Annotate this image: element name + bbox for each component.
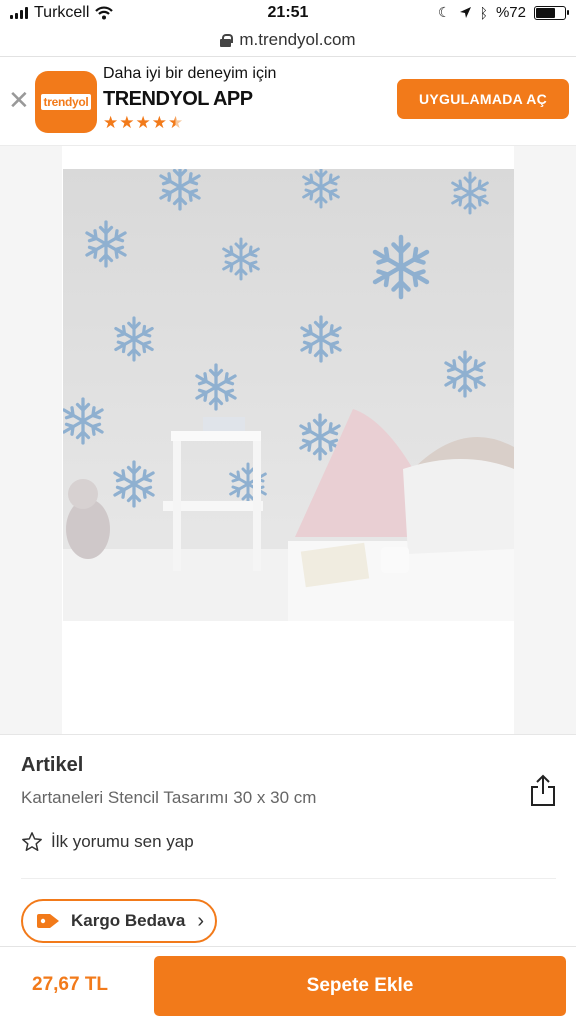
- bluetooth-icon: ᛒ: [479, 4, 488, 21]
- half-star-icon: ★: [168, 113, 184, 132]
- battery-percent: %72: [495, 4, 526, 21]
- star-icon: ★: [119, 113, 135, 132]
- location-arrow-icon: [459, 7, 471, 18]
- url-text: m.trendyol.com: [239, 30, 356, 49]
- divider: [21, 878, 556, 879]
- star-icon: ★: [103, 113, 119, 132]
- star-outline-icon: [22, 832, 42, 851]
- moon-icon: ☾: [438, 4, 451, 20]
- status-bar: Turkcell 21:51 ☾ ᛒ %72: [0, 0, 576, 26]
- product-price: 27,67 TL: [32, 974, 109, 995]
- app-icon: trendyol: [35, 71, 97, 133]
- banner-subtitle: Daha iyi bir deneyim için: [103, 65, 277, 82]
- product-image[interactable]: [63, 169, 514, 621]
- divider: [0, 946, 576, 947]
- tag-icon: [37, 914, 59, 928]
- battery-icon: [534, 5, 569, 20]
- review-prompt-label: İlk yorumu sen yap: [51, 832, 194, 851]
- product-title: Kartaneleri Stencil Tasarımı 30 x 30 cm: [21, 788, 317, 807]
- star-icon: ★: [151, 113, 167, 132]
- app-install-banner: ✕ trendyol Daha iyi bir deneyim için TRE…: [0, 57, 576, 145]
- chevron-right-icon: ›: [197, 909, 204, 932]
- address-bar[interactable]: m.trendyol.com: [0, 26, 576, 54]
- free-shipping-badge[interactable]: Kargo Bedava ›: [21, 899, 217, 943]
- lock-icon: [220, 33, 234, 47]
- banner-title: TRENDYOL APP: [103, 88, 253, 110]
- close-icon[interactable]: ✕: [8, 87, 30, 113]
- status-right: ☾ ᛒ %72: [438, 4, 569, 21]
- add-to-cart-button[interactable]: Sepete Ekle: [154, 956, 566, 1016]
- review-prompt[interactable]: İlk yorumu sen yap: [21, 831, 194, 853]
- app-icon-logo: trendyol: [40, 94, 92, 110]
- share-icon[interactable]: [528, 774, 558, 808]
- open-in-app-button[interactable]: UYGULAMADA AÇ: [397, 79, 569, 119]
- star-icon: ★: [135, 113, 151, 132]
- rating-stars: ★ ★ ★ ★ ★: [103, 114, 183, 132]
- free-shipping-label: Kargo Bedava: [71, 911, 186, 930]
- divider: [0, 734, 576, 735]
- product-brand[interactable]: Artikel: [21, 754, 83, 777]
